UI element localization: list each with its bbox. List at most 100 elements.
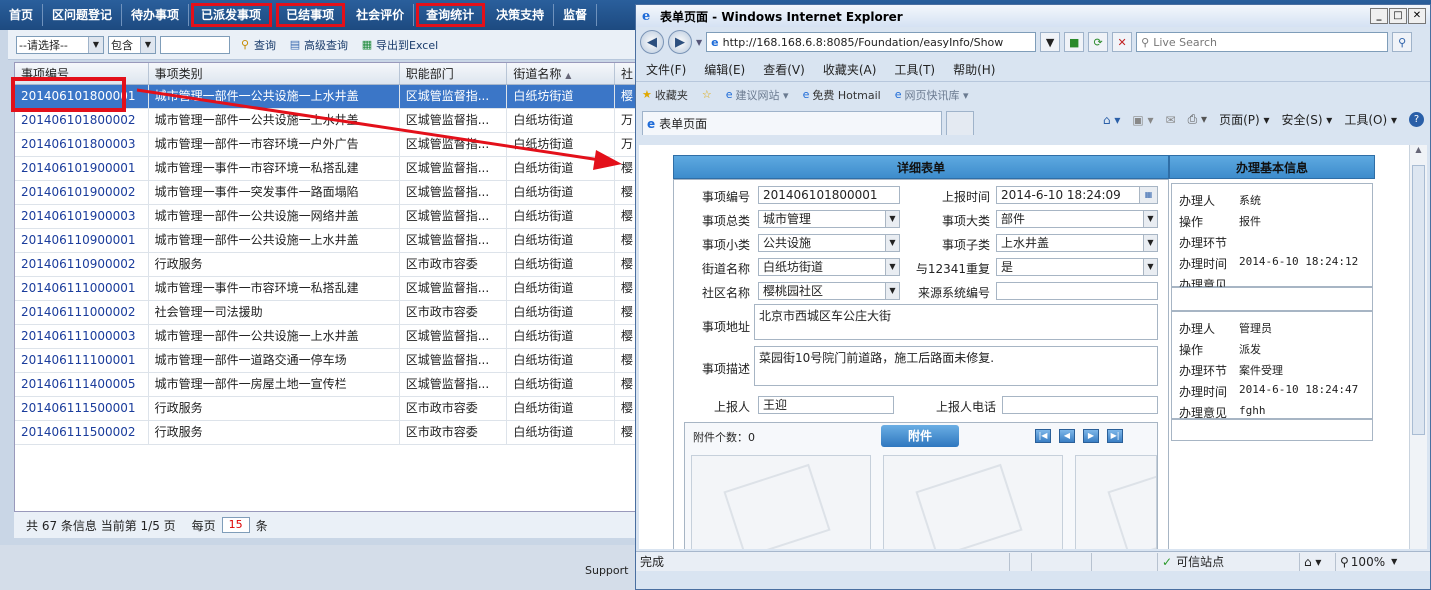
community-select[interactable]: 樱桃园社区 ▼ [758, 282, 900, 300]
compat-view-button[interactable]: ■ [1064, 32, 1085, 52]
nav-item[interactable]: 社会评价 [347, 4, 415, 26]
category-select[interactable]: 城市管理 ▼ [758, 210, 900, 228]
item-id-link[interactable]: 201406111000001 [15, 277, 149, 300]
table-row[interactable]: 201406111500002 行政服务 区市政市容委 白纸坊街道樱 [15, 421, 639, 445]
item-no-field[interactable]: 201406101800001 [758, 186, 900, 204]
address-input[interactable]: e http://168.168.6.8:8085/Foundation/eas… [706, 32, 1037, 52]
nav-item[interactable]: 决策支持 [487, 4, 555, 26]
table-row[interactable]: 201406111000001 城市管理一事件一市容环境一私搭乱建 区城管监督指..… [15, 277, 639, 301]
help-icon[interactable]: ? [1409, 112, 1424, 127]
reporter-phone-field[interactable] [1002, 396, 1158, 414]
major-select[interactable]: 部件 ▼ [996, 210, 1158, 228]
menu-item[interactable]: 工具(T) [894, 61, 935, 78]
item-id-link[interactable]: 201406101800003 [15, 133, 149, 156]
nav-item[interactable]: 待办事项 [122, 4, 190, 26]
item-id-link[interactable]: 201406101900001 [15, 157, 149, 180]
table-row[interactable]: 201406111000003 城市管理一部件一公共设施一上水井盖 区城管监督指..… [15, 325, 639, 349]
description-field[interactable]: 菜园街10号院门前道路，施工后路面未修复. [754, 346, 1158, 386]
search-go-button[interactable]: ⚲ [1392, 32, 1413, 52]
nav-item[interactable]: 区问题登记 [43, 4, 123, 26]
next-page-icon[interactable]: ▶ [1083, 429, 1099, 443]
back-button[interactable]: ◀ [640, 30, 664, 54]
table-row[interactable]: 201406101900003 城市管理一部件一公共设施一网络井盖 区城管监督指..… [15, 205, 639, 229]
table-row[interactable]: 201406110900001 城市管理一部件一公共设施一上水井盖 区城管监督指..… [15, 229, 639, 253]
item-id-link[interactable]: 201406111000002 [15, 301, 149, 324]
maximize-button[interactable]: □ [1389, 8, 1407, 24]
table-row[interactable]: 201406101800003 城市管理一部件一市容环境一户外广告 区城管监督指..… [15, 133, 639, 157]
item-id-link[interactable]: 201406110900001 [15, 229, 149, 252]
nav-item[interactable]: 已结事项 [276, 3, 346, 27]
table-row[interactable]: 201406101900001 城市管理一事件一市容环境一私搭乱建 区城管监督指..… [15, 157, 639, 181]
item-id-link[interactable]: 201406101900003 [15, 205, 149, 228]
item-id-link[interactable]: 201406101800002 [15, 109, 149, 132]
feeds-icon[interactable]: ▣ ▾ [1132, 113, 1153, 127]
item-id-link[interactable]: 201406111100001 [15, 349, 149, 372]
menu-item[interactable]: 编辑(E) [704, 61, 745, 78]
query-button[interactable]: ⚲ 查询 [234, 37, 280, 53]
table-row[interactable]: 201406110900002 行政服务 区市政市容委 白纸坊街道樱 [15, 253, 639, 277]
nav-item[interactable]: 已派发事项 [191, 3, 273, 27]
operator-select[interactable]: 包含 ▼ [108, 35, 156, 54]
duplicate-select[interactable]: 是 ▼ [996, 258, 1158, 276]
nav-item[interactable]: 查询统计 [416, 3, 486, 27]
address-dropdown-button[interactable]: ▼ [1040, 32, 1061, 52]
minimize-button[interactable]: _ [1370, 8, 1388, 24]
attachment-thumbnail[interactable] [883, 455, 1063, 549]
home-icon[interactable]: ⌂ ▾ [1103, 113, 1120, 127]
column-header[interactable]: 街道名称 ▲ [507, 63, 616, 84]
item-id-link[interactable]: 201406111400005 [15, 373, 149, 396]
source-field[interactable] [996, 282, 1158, 300]
item-id-link[interactable]: 201406111500001 [15, 397, 149, 420]
table-row[interactable]: 201406111000002 社会管理一司法援助 区市政市容委 白纸坊街道樱 [15, 301, 639, 325]
column-header[interactable]: 事项类别 [149, 63, 400, 84]
new-tab-button[interactable] [946, 111, 974, 135]
minor-select[interactable]: 公共设施 ▼ [758, 234, 900, 252]
add-favorite-icon[interactable]: ☆ [702, 88, 712, 101]
tab-form-page[interactable]: e 表单页面 [642, 111, 942, 135]
field-select[interactable]: --请选择-- ▼ [16, 35, 104, 54]
reporter-field[interactable]: 王迎 [758, 396, 894, 414]
close-button[interactable]: ✕ [1408, 8, 1426, 24]
report-time-field[interactable]: 2014-6-10 18:24:09 ▦ [996, 186, 1158, 204]
menu-item[interactable]: 查看(V) [763, 61, 805, 78]
scroll-up-icon[interactable]: ▲ [1410, 145, 1427, 154]
live-search-input[interactable]: ⚲ Live Search [1136, 32, 1389, 52]
protected-mode-icon[interactable]: ⌂ ▾ [1300, 552, 1336, 571]
nav-item[interactable]: 监督 [554, 4, 598, 26]
table-row[interactable]: 201406101900002 城市管理一事件一突发事件一路面塌陷 区城管监督指..… [15, 181, 639, 205]
stop-button[interactable]: ✕ [1112, 32, 1133, 52]
tools-menu[interactable]: 工具(O) ▾ [1344, 111, 1397, 128]
fav-link-suggested[interactable]: e 建议网站 ▾ [726, 87, 789, 103]
address-field[interactable]: 北京市西城区车公庄大街 [754, 304, 1158, 340]
refresh-button[interactable]: ⟳ [1088, 32, 1109, 52]
zoom-control[interactable]: ⚲ 100% ▼ [1336, 553, 1412, 571]
menu-item[interactable]: 文件(F) [646, 61, 686, 78]
item-id-link[interactable]: 201406110900002 [15, 253, 149, 276]
chevron-down-icon[interactable]: ▼ [696, 38, 702, 47]
table-row[interactable]: 201406111100001 城市管理一部件一道路交通一停车场 区城管监督指...… [15, 349, 639, 373]
vertical-scrollbar[interactable]: ▲ [1409, 145, 1427, 549]
search-input[interactable] [160, 35, 230, 54]
attachment-thumbnail[interactable] [1075, 455, 1157, 549]
fav-link-hotmail[interactable]: e 免费 Hotmail [803, 87, 881, 103]
menu-item[interactable]: 收藏夹(A) [823, 61, 877, 78]
print-icon[interactable]: ⎙ ▾ [1188, 112, 1207, 127]
item-id-link[interactable]: 201406101900002 [15, 181, 149, 204]
column-header[interactable]: 职能部门 [400, 63, 508, 84]
advanced-query-button[interactable]: ▤ 高级查询 [284, 37, 352, 53]
table-row[interactable]: 201406111400005 城市管理一部件一房屋土地一宣传栏 区城管监督指...… [15, 373, 639, 397]
sub-select[interactable]: 上水井盖 ▼ [996, 234, 1158, 252]
attachment-button[interactable]: 附件 [881, 425, 959, 447]
street-select[interactable]: 白纸坊街道 ▼ [758, 258, 900, 276]
table-row[interactable]: 201406111500001 行政服务 区市政市容委 白纸坊街道樱 [15, 397, 639, 421]
attachment-thumbnail[interactable] [691, 455, 871, 549]
safety-menu[interactable]: 安全(S) ▾ [1282, 111, 1333, 128]
scroll-thumb[interactable] [1412, 165, 1425, 435]
per-page-input[interactable]: 15 [221, 517, 250, 533]
calendar-icon[interactable]: ▦ [1139, 187, 1157, 203]
page-menu[interactable]: 页面(P) ▾ [1219, 111, 1269, 128]
mail-icon[interactable]: ✉ [1166, 113, 1176, 127]
forward-button[interactable]: ▶ [668, 30, 692, 54]
item-id-link[interactable]: 201406111500002 [15, 421, 149, 444]
last-page-icon[interactable]: ▶| [1107, 429, 1123, 443]
